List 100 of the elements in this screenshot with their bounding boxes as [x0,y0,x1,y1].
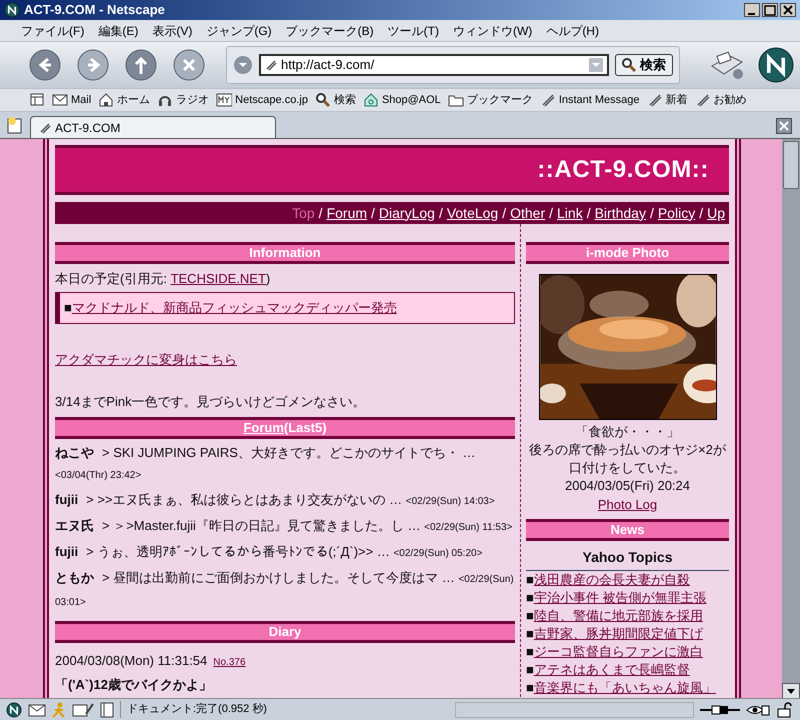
toolbar-link[interactable]: ブックマーク [446,92,534,108]
nav-link[interactable]: Forum [326,202,368,224]
source-link[interactable]: TECHSIDE.NET [170,271,266,286]
menu-item[interactable]: ウィンドウ(W) [452,22,534,40]
toolbar-link[interactable]: 新着 [646,92,689,108]
toolbar-link[interactable]: Mail [51,92,92,108]
nav-link[interactable]: Link [557,202,583,224]
nav-separator: / [548,204,554,222]
photo-caption: 後ろの席で酔っ払いのオヤジ×2が [528,441,727,459]
bookmark-icon[interactable] [540,92,556,108]
toolbar-link[interactable]: お勧め [694,92,748,108]
browser-tab[interactable]: ACT-9.COM [30,116,276,138]
browser-logo-icon[interactable] [6,702,22,718]
news-link[interactable]: 浅田農産の会長夫妻が自殺 [534,572,690,586]
section-title: Information [249,244,321,262]
nav-separator: / [586,204,592,222]
section-title: News [610,520,644,539]
news-link[interactable]: 音楽界にも「あいちゃん旋風」 [534,680,716,694]
maximize-button[interactable] [762,3,778,17]
menu-item[interactable]: ファイル(F) [20,22,86,40]
photo-caption: 「食欲が・・・」 [574,423,680,441]
forward-button[interactable] [76,48,110,82]
nav-link[interactable]: Birthday [594,202,646,224]
search-icon[interactable] [314,92,331,108]
search-button[interactable]: 検索 [615,54,673,76]
stop-button[interactable] [172,48,206,82]
page-icon[interactable] [265,59,277,71]
news-link[interactable]: アテネはあくまで長嶋監督 [534,662,690,676]
scrollbar[interactable] [782,139,800,699]
nav-link[interactable]: DiaryLog [378,202,435,224]
minimize-button[interactable] [744,3,760,17]
notice-text: 3/14までPink一色です。見づらいけどゴメンなさい。 [55,392,367,410]
address-book-icon[interactable] [100,702,114,718]
mail-icon[interactable] [52,92,68,108]
scroll-down-button[interactable] [782,683,800,699]
nav-link[interactable]: Up [707,202,725,224]
bullet: ■ [64,299,72,318]
photo-log-link[interactable]: Photo Log [598,496,658,514]
nav-separator: / [648,204,655,222]
toolbar-link[interactable]: Shop@AOL [362,92,442,108]
house-icon[interactable] [98,92,114,108]
forum-entry: fujii > うぉ、透明ｱﾎﾞｰﾝしてるから番号ﾄﾝでる(;´Д`)>> … <02/29(Sun) 05:20> [55,543,484,561]
menu-item[interactable]: ジャンプ(G) [205,22,273,40]
shop-icon[interactable] [362,92,379,108]
toolbar-link[interactable]: ラジオ [156,92,210,108]
news-link[interactable]: 宇治小事件 被告側が無罪主張 [534,590,706,604]
reload-button[interactable] [124,48,158,82]
bookmark-icon[interactable] [39,122,51,134]
padlock-icon[interactable] [776,702,794,718]
close-button[interactable] [780,3,796,17]
nav-link[interactable]: Policy [658,202,696,224]
schedule-text: 本日の予定(引用元: TECHSIDE.NET) [55,270,272,288]
close-tab-button[interactable] [776,118,792,134]
address-box[interactable]: http://act-9.com/ [259,54,609,76]
connection-icon[interactable] [700,704,740,716]
menu-item[interactable]: 表示(V) [151,22,194,40]
mail-icon[interactable] [28,702,46,716]
dropdown-button[interactable] [233,55,253,75]
news-subheader: Yahoo Topics [526,546,729,570]
toolbar-link[interactable]: 検索 [314,92,357,108]
nav-separator: / [370,204,376,222]
bookmark-icon[interactable] [694,92,711,108]
diary-date: 2004/03/08(Mon) 11:31:54 [55,652,208,670]
back-button[interactable] [28,48,62,82]
menu-item[interactable]: ツール(T) [386,22,440,40]
nav-link[interactable]: VoteLog [446,202,498,224]
compose-icon[interactable] [72,702,94,718]
nav-link[interactable]: Other [510,202,546,224]
news-link[interactable]: 吉野家、豚丼期間限定値下げ [534,626,703,640]
news-link[interactable]: 陸自、警備に地元部族を採用 [534,608,703,622]
diary-number-link[interactable]: No.376 [213,655,246,670]
news-link[interactable]: ジーコ監督自らファンに激白 [534,644,703,658]
forum-entry: ねこや > SKI JUMPING PAIRS、大好きです。どこかのサイトでち・ … <03/04(Thr) 23:42> [55,444,477,483]
transform-link[interactable]: アクダマチックに変身はこちら [55,350,237,370]
sidebar-toggle-icon[interactable] [30,93,46,107]
toolbar-link[interactable]: Netscape.co.jp [215,92,309,108]
toolbar-link[interactable]: ホーム [97,92,152,108]
new-tab-icon[interactable] [6,116,24,134]
browser-logo-icon[interactable] [758,47,794,83]
status-text: ドキュメント:完了(0.952 秒) [120,701,449,718]
forum-entry: ともか > 昼間は出勤前にご面倒おかけしました。そして今度はマ … <02/29(Sun) 03:01> [55,569,515,610]
section-title: i-mode Photo [586,244,670,262]
headline-link[interactable]: マクドナルド、新商品フィッシュマックディッパー発売 [72,298,397,318]
url-input[interactable]: http://act-9.com/ [281,55,585,75]
menu-item[interactable]: ヘルプ(H) [545,22,600,40]
nav-separator: / [438,204,444,222]
scrollbar-thumb[interactable] [783,141,799,189]
my-badge-icon[interactable] [216,92,232,108]
menu-item[interactable]: 編集(E) [97,22,140,40]
diary-title: 「('A`)12歳でバイクかよ」 [55,676,213,694]
bookmark-icon[interactable] [646,92,663,108]
menu-item[interactable]: ブックマーク(B) [284,22,375,40]
toolbar-link[interactable]: Instant Message [538,92,641,108]
photo-caption: 口付けをしていた。 [568,459,687,477]
search-icon[interactable] [622,58,636,72]
app-logo-icon[interactable] [4,2,20,18]
nav-link[interactable]: Top [292,202,315,224]
bullet: ■ [526,572,534,586]
photo-date: 2004/03/05(Fri) 20:24 [564,477,692,495]
eye-icon[interactable] [746,702,770,716]
